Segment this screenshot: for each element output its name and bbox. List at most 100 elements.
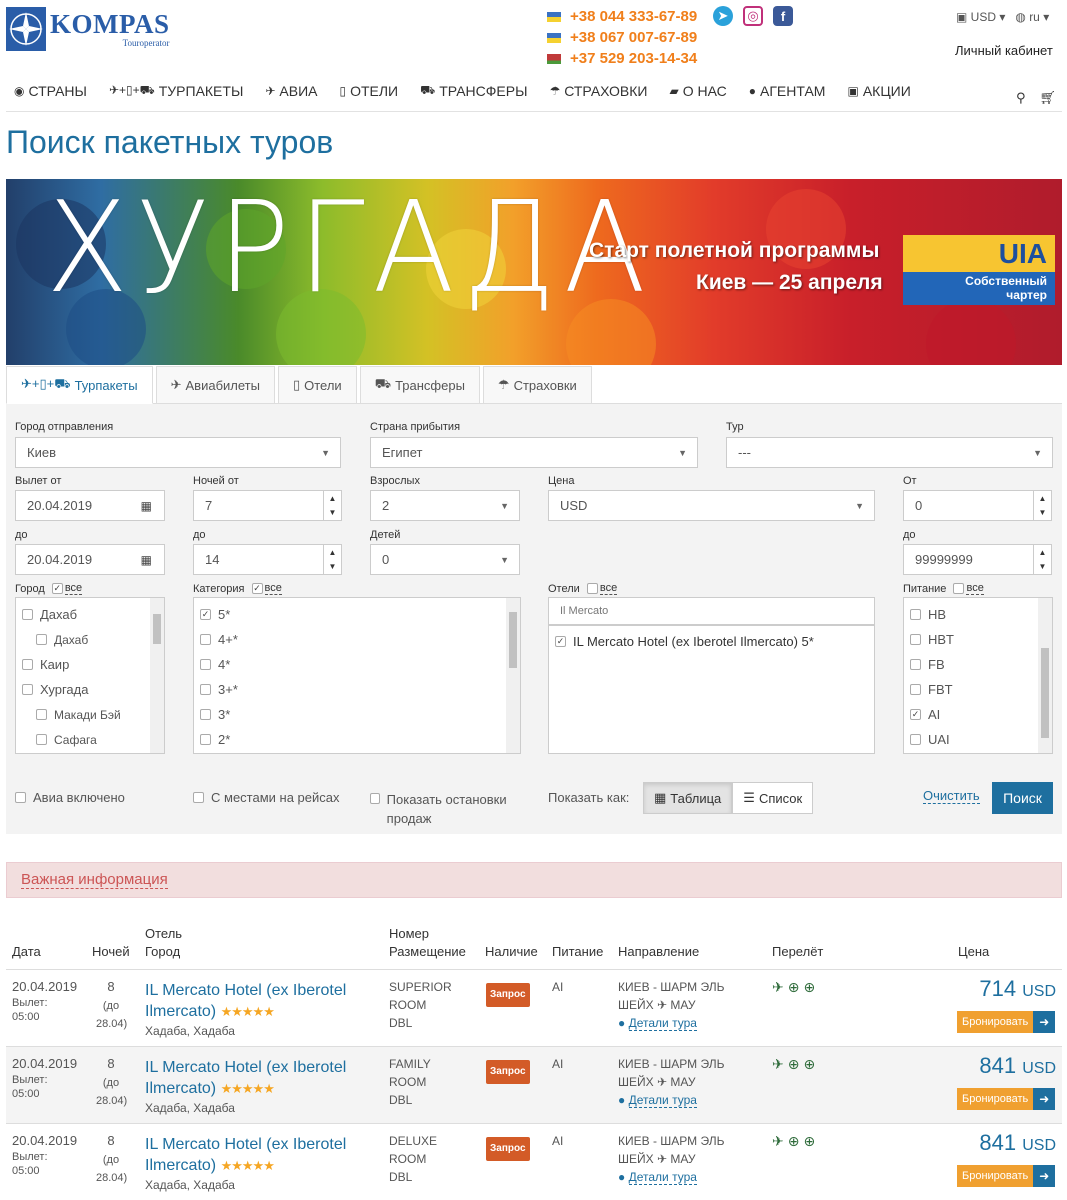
all-link[interactable]: все [264,582,282,595]
checkbox[interactable] [910,634,921,645]
nav-avia[interactable]: ✈ АВИА [265,80,317,102]
list-item[interactable]: 4* [200,652,514,677]
list-item[interactable]: FB [910,652,1046,677]
checkbox[interactable] [22,684,33,695]
flight-icons[interactable]: ✈⊕⊕ [772,1132,819,1150]
checkbox[interactable] [910,684,921,695]
price-to-stepper[interactable]: 99999999 ▲ ▼ [903,544,1052,575]
important-info-banner[interactable]: Важная информация [6,862,1062,898]
list-item[interactable]: HB [910,602,1046,627]
search-icon[interactable]: ⚲ [1016,90,1026,106]
instagram-icon[interactable]: ◎ [743,6,763,26]
phone-2[interactable]: +38 067 007-67-89 [547,27,707,48]
phone-1[interactable]: +38 044 333-67-89 [547,6,707,27]
checkbox[interactable] [200,659,211,670]
flight-icons[interactable]: ✈⊕⊕ [772,1055,819,1073]
with-seats-option[interactable]: С местами на рейсах [193,790,340,805]
view-table-button[interactable]: ▦ Таблица [643,782,733,814]
tab-packages[interactable]: ✈+▯+⛟ Турпакеты [6,366,153,404]
chevron-down-icon[interactable]: ▼ [1039,562,1047,571]
children-select[interactable]: 0 ▼ [370,544,520,575]
hotel-link[interactable]: IL Mercato Hotel (ex Iberotel Ilmercato) … [145,1057,346,1099]
checkbox[interactable] [36,734,47,745]
tab-hotels[interactable]: ▯ Отели [277,366,357,403]
all-categories-checkbox[interactable]: ✓ [251,583,263,594]
checkbox[interactable] [200,709,211,720]
chevron-down-icon[interactable]: ▼ [329,562,337,571]
date-from-input[interactable]: 20.04.2019 ▦ [15,490,165,521]
tab-flights[interactable]: ✈ Авиабилеты [155,366,275,403]
chevron-up-icon[interactable]: ▲ [1039,494,1047,503]
arrival-country-select[interactable]: Египет ▼ [370,437,698,468]
book-button[interactable]: Бронировать ➜ [957,1011,1056,1033]
city-list[interactable]: Дахаб Дахаб Каир Хургада Макади Бэй Сафа… [15,597,165,754]
list-item[interactable]: 3+* [200,677,514,702]
telegram-icon[interactable]: ➤ [713,6,733,26]
view-list-button[interactable]: ☰ Список [732,782,814,814]
list-item[interactable]: 3* [200,702,514,727]
list-item[interactable]: Дахаб [22,602,158,627]
calendar-icon[interactable]: ▦ [141,499,152,513]
chevron-up-icon[interactable]: ▲ [329,494,337,503]
scrollbar[interactable] [150,598,164,753]
chevron-up-icon[interactable]: ▲ [329,548,337,557]
price-from-stepper[interactable]: 0 ▲ ▼ [903,490,1052,521]
nav-agents[interactable]: ● АГЕНТАМ [749,80,826,102]
nav-promos[interactable]: ▣ АКЦИИ [847,80,910,102]
cart-icon[interactable]: 🛒︎ [1040,90,1057,106]
list-item[interactable]: ✓ IL Mercato Hotel (ex Iberotel Ilmercato… [555,632,868,650]
tab-insurance[interactable]: ☂ Страховки [482,366,592,403]
facebook-icon[interactable]: f [773,6,793,26]
spinner[interactable]: ▲ ▼ [1033,545,1051,574]
list-item[interactable]: FBT [910,677,1046,702]
list-item[interactable]: HBT [910,627,1046,652]
checkbox-checked[interactable]: ✓ [200,609,211,620]
tab-transfers[interactable]: ⛟ Трансферы [359,366,480,403]
checkbox-checked[interactable]: ✓ [555,635,566,647]
language-dropdown[interactable]: ◍ ru ▾ [1015,10,1049,24]
avia-included-option[interactable]: Авиа включено [15,790,125,805]
chevron-up-icon[interactable]: ▲ [1039,548,1047,557]
departure-city-select[interactable]: Киев ▼ [15,437,341,468]
spinner[interactable]: ▲ ▼ [323,491,341,520]
tour-details-link[interactable]: Детали тура [628,1016,697,1031]
all-link[interactable]: все [599,582,618,595]
hotel-link[interactable]: IL Mercato Hotel (ex Iberotel Ilmercato) … [145,980,346,1022]
phone-3[interactable]: +37 529 203-14-34 [547,48,707,69]
scrollbar[interactable] [506,598,520,753]
show-stops-option[interactable]: Показать остановки продаж [370,790,530,828]
flight-icons[interactable]: ✈⊕⊕ [772,978,819,996]
nav-about[interactable]: ▰ О НАС [670,80,727,102]
meal-list[interactable]: HB HBT FB FBT ✓ AI UAI [903,597,1053,754]
list-item[interactable]: Хургада [22,677,158,702]
list-item[interactable]: ✓ 5* [200,602,514,627]
checkbox[interactable] [22,609,33,620]
nav-packages[interactable]: ✈+▯+⛟ ТУРПАКЕТЫ [109,80,243,102]
checkbox[interactable] [370,793,380,804]
search-button[interactable]: Поиск [992,782,1053,814]
nav-hotels[interactable]: ▯ ОТЕЛИ [339,80,398,102]
checkbox[interactable] [910,659,921,670]
checkbox[interactable] [15,792,26,803]
chevron-down-icon[interactable]: ▼ [1039,508,1047,517]
all-link[interactable]: все [64,582,83,595]
nights-to-stepper[interactable]: 14 ▲ ▼ [193,544,342,575]
personal-cabinet-link[interactable]: Личный кабинет [955,43,1053,58]
checkbox[interactable] [200,734,211,745]
all-cities-checkbox[interactable]: ✓ [51,583,63,594]
nav-transfers[interactable]: ⛟ ТРАНСФЕРЫ [420,80,527,102]
tour-select[interactable]: --- ▼ [726,437,1053,468]
list-item[interactable]: Дахаб [22,627,158,652]
checkbox[interactable] [200,684,211,695]
hotel-list[interactable]: ✓ IL Mercato Hotel (ex Iberotel Ilmercato… [548,625,875,754]
spinner[interactable]: ▲ ▼ [1033,491,1051,520]
checkbox[interactable] [36,709,47,720]
checkbox[interactable] [910,609,921,620]
tour-details-link[interactable]: Детали тура [628,1170,697,1185]
list-item[interactable]: UAI [910,727,1046,752]
list-item[interactable]: Каир [22,652,158,677]
calendar-icon[interactable]: ▦ [141,553,152,567]
price-currency-select[interactable]: USD ▼ [548,490,875,521]
list-item[interactable]: Макади Бэй [22,702,158,727]
currency-dropdown[interactable]: ▣ USD ▾ [956,10,1005,24]
